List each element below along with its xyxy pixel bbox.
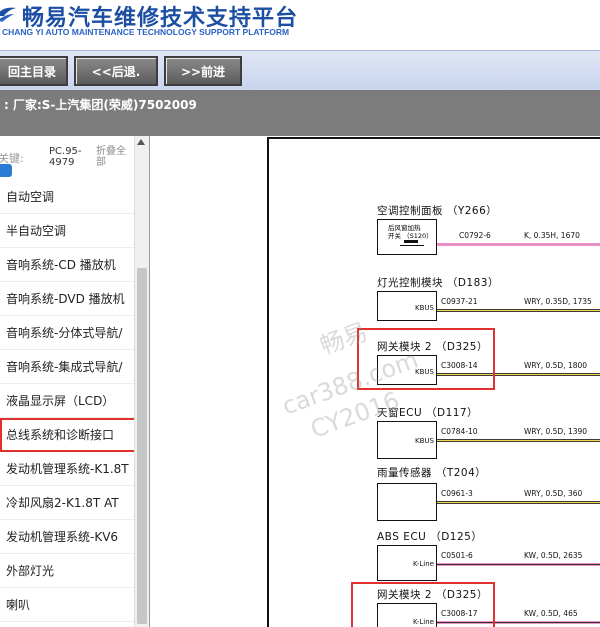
menu-item[interactable]: 喇叭	[0, 588, 136, 622]
menu-item[interactable]: 音响系统-CD 播放机	[0, 248, 136, 282]
search-area: 关键: PC.95-4979 折叠全部	[0, 136, 134, 186]
module-box: KBUS	[377, 291, 437, 321]
wire-spec: WRY, 0.35D, 1735	[524, 297, 592, 306]
menu-item-label: 音响系统-CD 播放机	[6, 258, 116, 272]
search-button[interactable]	[0, 164, 12, 177]
app-header: 畅易汽车维修技术支持平台 CHANG YI AUTO MAINTENANCE T…	[0, 0, 600, 50]
connector-code: C0792-6	[459, 231, 491, 240]
menu-item[interactable]: 音响系统-DVD 播放机	[0, 282, 136, 316]
menu-item[interactable]: 外部灯光	[0, 554, 136, 588]
menu-item[interactable]: 自动空调	[0, 180, 136, 214]
highlight-box	[351, 582, 495, 627]
connector-code: C0961-3	[441, 489, 473, 498]
menu-item-label: 半自动空调	[6, 224, 67, 238]
wire-spec: WRY, 0.5D, 1800	[524, 361, 588, 370]
menu-item-label: 发动机管理系统-KV6	[6, 530, 119, 544]
menu-scrollbar[interactable]	[134, 136, 149, 627]
wire-line	[437, 309, 600, 312]
pin-label: K-Line	[413, 560, 434, 568]
menu-item[interactable]: 冷却风扇2-K1.8T AT	[0, 486, 136, 520]
menu-item-label: 自动空调	[6, 190, 55, 204]
logo-icon	[0, 7, 16, 22]
wire-line	[437, 243, 600, 246]
home-button[interactable]: 回主目录	[0, 56, 68, 86]
module-box	[377, 483, 437, 521]
pin-label: KBUS	[415, 304, 434, 312]
module-box: K-Line	[377, 545, 437, 581]
menu-item[interactable]: 音响系统-集成式导航/	[0, 350, 136, 384]
module-title: 雨量传感器 （T204）	[377, 467, 487, 479]
menu-item[interactable]: 液晶显示屏（LCD）	[0, 384, 136, 418]
menu-item-label: 音响系统-集成式导航/	[6, 360, 123, 374]
module-title: 灯光控制模块 （D183）	[377, 277, 499, 289]
diagram-viewer: 空调控制面板 （Y266） 后风窗加热 开关 （S120） C0792-6 K,…	[151, 136, 600, 627]
menu-item[interactable]: 半自动空调	[0, 214, 136, 248]
wire-spec: KW, 0.5D, 465	[524, 609, 578, 618]
back-button[interactable]: <<后退.	[74, 56, 158, 86]
menu-item-label: 音响系统-分体式导航/	[6, 326, 123, 340]
switch-label: 开关 （S120）	[388, 232, 433, 240]
menu-item-active[interactable]: 总线系统和诊断接口	[0, 418, 136, 452]
wire-line	[437, 563, 600, 566]
app-subtitle: CHANG YI AUTO MAINTENANCE TECHNOLOGY SUP…	[2, 27, 290, 37]
pc-code: PC.95-4979	[49, 146, 82, 168]
wire-line	[437, 501, 600, 504]
scroll-up-arrow-icon[interactable]	[137, 139, 145, 145]
forward-button[interactable]: >>前进	[164, 56, 242, 86]
module-title: ABS ECU （D125）	[377, 531, 483, 543]
wire-spec: K, 0.35H, 1670	[524, 231, 580, 240]
module-box: 后风窗加热 开关 （S120）	[377, 219, 437, 255]
connector-code: C0937-21	[441, 297, 478, 306]
menu-item-label: 音响系统-DVD 播放机	[6, 292, 125, 306]
connector-code: C0784-10	[441, 427, 478, 436]
menu-item-label: 总线系统和诊断接口	[6, 428, 115, 442]
menu-item[interactable]: 发动机管理系统-K1.8T	[0, 452, 136, 486]
menu-item[interactable]: 发动机管理系统-KV6	[0, 520, 136, 554]
switch-contact-icon	[400, 245, 424, 246]
breadcrumb-bar: : 厂家:S-上汽集团(荣威)7502009	[0, 90, 600, 136]
switch-icon	[404, 240, 418, 243]
menu-item-label: 冷却风扇2-K1.8T AT	[6, 496, 119, 510]
left-panel: 关键: PC.95-4979 折叠全部 自动空调 半自动空调 音响系统-CD 播…	[0, 136, 150, 627]
scroll-thumb[interactable]	[137, 268, 147, 624]
wire-spec: WRY, 0.5D, 1390	[524, 427, 588, 436]
menu-item[interactable]: 音响系统-分体式导航/	[0, 316, 136, 350]
menu-list: 自动空调 半自动空调 音响系统-CD 播放机 音响系统-DVD 播放机 音响系统…	[0, 180, 136, 622]
menu-item-label: 液晶显示屏（LCD）	[6, 394, 115, 408]
collapse-all-link[interactable]: 折叠全部	[96, 146, 132, 168]
wiring-diagram: 空调控制面板 （Y266） 后风窗加热 开关 （S120） C0792-6 K,…	[267, 137, 600, 627]
module-title: 空调控制面板 （Y266）	[377, 205, 498, 217]
menu-item-label: 外部灯光	[6, 564, 55, 578]
wire-line	[437, 439, 600, 442]
menu-item-label: 喇叭	[6, 598, 31, 612]
wire-spec: KW, 0.5D, 2635	[524, 551, 583, 560]
pin-label: KBUS	[415, 437, 434, 445]
wire-spec: WRY, 0.5D, 360	[524, 489, 583, 498]
module-box: KBUS	[377, 421, 437, 459]
nav-bar: 回主目录 <<后退. >>前进	[0, 50, 600, 90]
menu-item-label: 发动机管理系统-K1.8T	[6, 462, 129, 476]
breadcrumb: : 厂家:S-上汽集团(荣威)7502009	[4, 98, 197, 112]
connector-code: C0501-6	[441, 551, 473, 560]
